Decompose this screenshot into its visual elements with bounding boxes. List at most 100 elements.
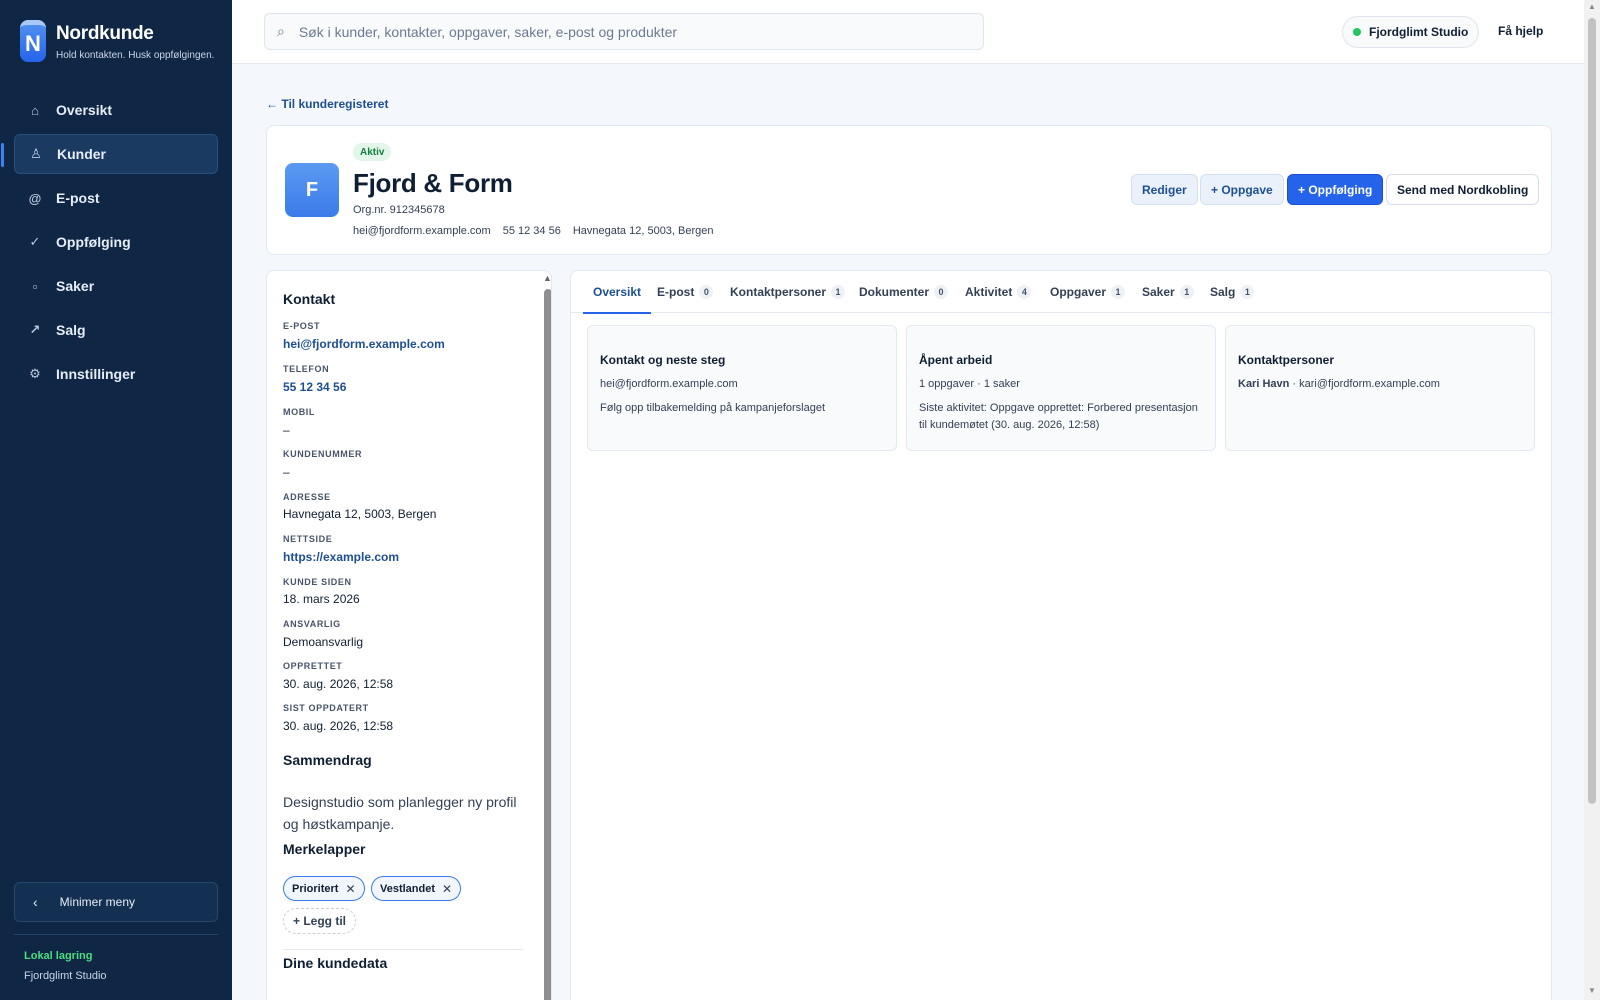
contact-panel: Kontakt E-POST hei@fjordform.example.com… — [266, 270, 552, 1000]
nav-item-salg[interactable]: ↗ Salg — [14, 310, 218, 350]
nav-label: Saker — [56, 278, 95, 294]
customer-number-value: – — [283, 465, 290, 479]
contact-person-email: · kari@fjordform.example.com — [1289, 378, 1440, 390]
customer-since-label: KUNDE SIDEN — [283, 577, 352, 587]
tags-title: Merkelapper — [283, 841, 366, 857]
case-icon: ▫ — [32, 278, 38, 294]
send-nordkobling-button[interactable]: Send med Nordkobling — [1386, 174, 1540, 205]
contact-panel-scrollbar-thumb[interactable] — [544, 289, 551, 1000]
contact-panel-scrollbar[interactable]: ▲ — [543, 271, 551, 1000]
website-label: NETTSIDE — [283, 534, 333, 544]
tab-count-badge: 0 — [934, 285, 949, 299]
created-label: OPPRETTET — [283, 661, 343, 671]
address-label: ADRESSE — [283, 492, 331, 502]
brand-name: Nordkunde — [56, 23, 154, 44]
search-icon: ⌕ — [277, 23, 285, 39]
divider — [283, 949, 523, 950]
search-box[interactable]: ⌕ — [264, 13, 984, 50]
topbar: ⌕ Fjordglimt Studio Få hjelp — [232, 0, 1584, 64]
tab-aktivitet[interactable]: Aktivitet 4 — [965, 271, 1032, 313]
nav-item-epost[interactable]: @ E-post — [14, 178, 218, 218]
org-switcher[interactable]: Fjordglimt Studio — [1342, 16, 1480, 48]
tag-chip[interactable]: Prioritert ✕ — [283, 876, 365, 901]
page-scrollbar-thumb[interactable] — [1588, 18, 1596, 804]
contact-person-name: Kari Havn — [1238, 378, 1290, 390]
scroll-up-icon[interactable]: ▲ — [543, 273, 551, 283]
tab-epost[interactable]: E-post 0 — [657, 271, 714, 313]
page-title: Fjord & Form — [353, 168, 513, 198]
add-tag-button[interactable]: + Legg til — [283, 908, 357, 934]
card-last-activity: Siste aktivitet: Oppgave opprettet: Forb… — [919, 402, 1198, 431]
open-work-card: Åpent arbeid 1 oppgaver · 1 saker Siste … — [906, 325, 1216, 451]
phone-link[interactable]: 55 12 34 56 — [283, 380, 346, 394]
trend-icon: ↗ — [29, 322, 41, 337]
close-icon[interactable]: ✕ — [345, 882, 355, 896]
gear-icon: ⚙ — [29, 366, 41, 381]
nav-label: Oversikt — [56, 102, 113, 118]
nordkunde-logo-icon: N — [20, 20, 46, 62]
check-icon: ✓ — [29, 234, 41, 249]
brand[interactable]: N Nordkunde Hold kontakten. Husk oppfølg… — [20, 20, 214, 62]
tab-count-badge: 4 — [1017, 285, 1032, 299]
main-nav: ⌂ Oversikt ♙ Kunder @ E-post ✓ Oppfølgin… — [1, 90, 218, 398]
at-icon: @ — [28, 190, 42, 206]
summary-text: Designstudio som planlegger ny profil og… — [283, 794, 517, 832]
page-scrollbar[interactable]: ▲ ▼ — [1584, 0, 1600, 1000]
nav-item-saker[interactable]: ▫ Saker — [14, 266, 218, 306]
search-input[interactable] — [298, 23, 939, 40]
address-value: Havnegata 12, 5003, Bergen — [283, 507, 437, 521]
meta-address: Havnegata 12, 5003, Bergen — [572, 225, 714, 237]
phone-label: TELEFON — [283, 364, 330, 374]
contact-person-row[interactable]: Kari Havn · kari@fjordform.example.com — [1238, 376, 1524, 393]
tab-count-badge: 1 — [1240, 285, 1255, 299]
mobile-label: MOBIL — [283, 407, 315, 417]
storage-title: Lokal lagring — [24, 950, 93, 962]
card-email: hei@fjordform.example.com — [600, 378, 738, 390]
card-next-step: Følg opp tilbakemelding på kampanjeforsl… — [600, 402, 826, 414]
minimize-menu-button[interactable]: ‹ Minimer meny — [14, 882, 218, 922]
owner-value: Demoansvarlig — [283, 635, 364, 649]
minimize-label: Minimer meny — [59, 895, 136, 909]
scroll-up-icon[interactable]: ▲ — [1588, 2, 1596, 11]
nav-label: Innstillinger — [56, 366, 136, 382]
org-number: Org.nr. 912345678 — [353, 204, 445, 216]
card-counts: 1 oppgaver · 1 saker — [919, 378, 1020, 390]
nav-item-kunder[interactable]: ♙ Kunder — [1, 134, 218, 174]
online-dot-icon — [1353, 28, 1361, 36]
tab-label: Dokumenter — [859, 285, 930, 299]
help-link[interactable]: Få hjelp — [1498, 24, 1543, 38]
updated-value: 30. aug. 2026, 12:58 — [283, 719, 394, 733]
tag-chip[interactable]: Vestlandet ✕ — [371, 876, 462, 901]
summary-title: Sammendrag — [283, 752, 372, 768]
close-icon[interactable]: ✕ — [442, 882, 452, 896]
tab-count-badge: 0 — [699, 285, 714, 299]
tab-oppgaver[interactable]: Oppgaver 1 — [1050, 271, 1126, 313]
scroll-down-icon[interactable]: ▼ — [1588, 986, 1596, 995]
edit-button[interactable]: Rediger — [1131, 174, 1198, 205]
card-title: Kontakt og neste steg — [600, 353, 726, 367]
card-title: Åpent arbeid — [919, 353, 993, 367]
website-link[interactable]: https://example.com — [283, 550, 399, 564]
nav-item-oppfolging[interactable]: ✓ Oppfølging — [14, 222, 218, 262]
nav-label: Oppfølging — [56, 234, 131, 250]
tab-count-badge: 1 — [831, 285, 846, 299]
storage-org: Fjordglimt Studio — [24, 970, 107, 982]
add-task-button[interactable]: + Oppgave — [1200, 174, 1284, 205]
created-value: 30. aug. 2026, 12:58 — [283, 677, 394, 691]
person-icon: ♙ — [30, 146, 42, 161]
avatar: F — [285, 163, 339, 217]
tab-kontaktpersoner[interactable]: Kontaktpersoner 1 — [730, 271, 846, 313]
nav-item-oversikt[interactable]: ⌂ Oversikt — [14, 90, 218, 130]
tab-label: Aktivitet — [965, 285, 1013, 299]
updated-label: SIST OPPDATERT — [283, 703, 369, 713]
add-followup-button[interactable]: + Oppfølging — [1287, 174, 1384, 205]
tab-saker[interactable]: Saker 1 — [1142, 271, 1194, 313]
tab-oversikt[interactable]: Oversikt — [582, 271, 652, 314]
tab-dokumenter[interactable]: Dokumenter 0 — [859, 271, 949, 313]
customer-since-value: 18. mars 2026 — [283, 592, 360, 606]
nav-item-innstillinger[interactable]: ⚙ Innstillinger — [14, 354, 218, 394]
customer-data-title: Dine kundedata — [283, 955, 388, 971]
email-link[interactable]: hei@fjordform.example.com — [283, 337, 445, 351]
tab-salg[interactable]: Salg 1 — [1210, 271, 1255, 313]
back-to-customers-link[interactable]: ← Til kunderegisteret — [266, 97, 388, 111]
